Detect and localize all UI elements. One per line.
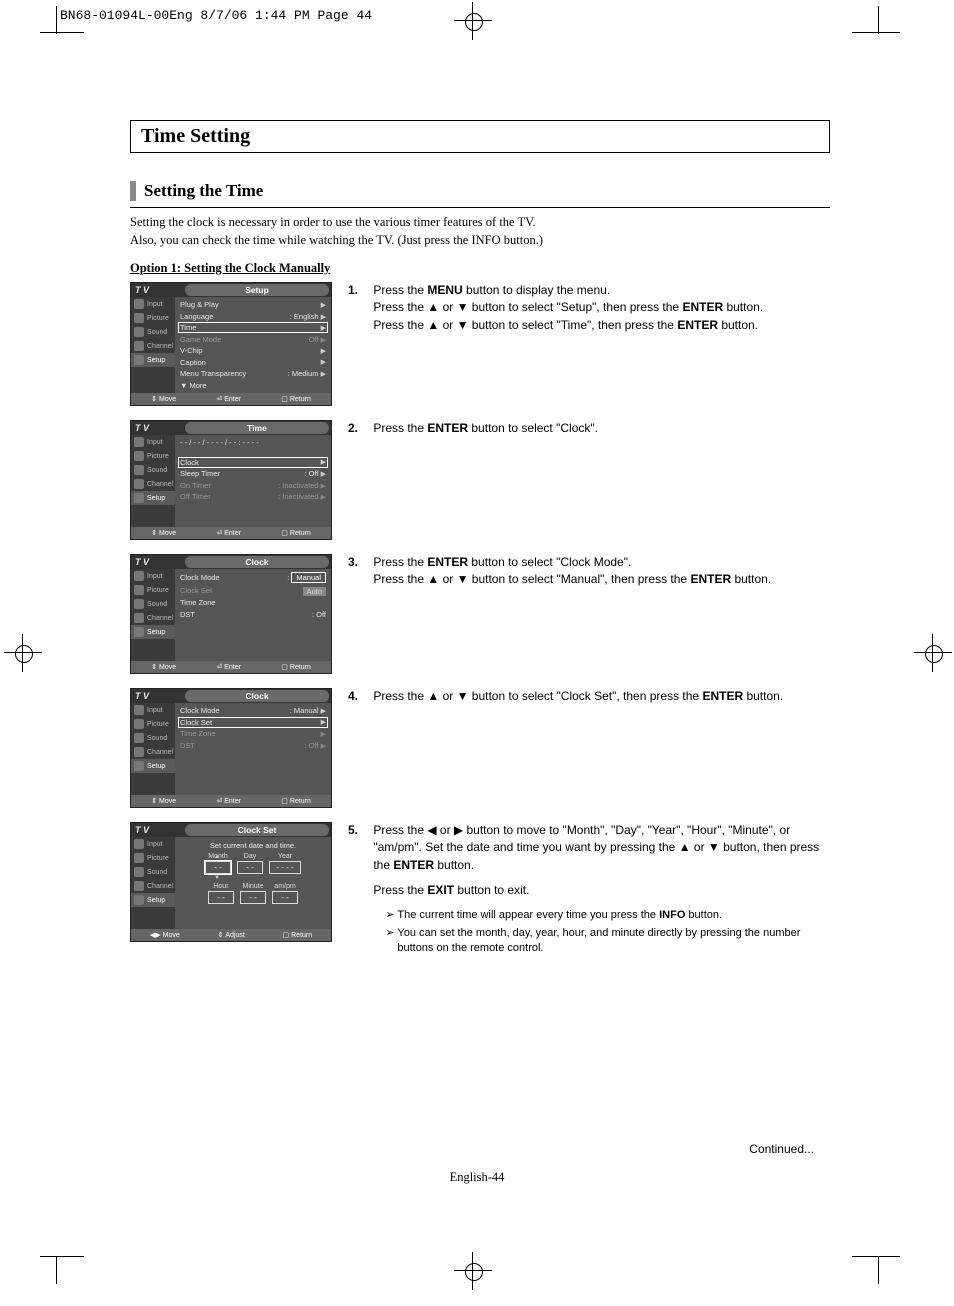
crop-mark xyxy=(878,1256,879,1284)
tv-screenshot-clock-set-fields: T VClock Set Input Picture Sound Channel… xyxy=(130,822,330,942)
continued-label: Continued... xyxy=(749,1142,814,1156)
crop-mark xyxy=(852,1256,900,1257)
crop-mark xyxy=(56,1256,57,1284)
step-body: Press the ◀ or ▶ button to move to "Mont… xyxy=(373,822,829,959)
registration-mark-bottom xyxy=(460,1258,486,1284)
page-number: English-44 xyxy=(0,1170,954,1185)
step-body: Press the MENU button to display the men… xyxy=(373,282,829,342)
option-title: Option 1: Setting the Clock Manually xyxy=(130,261,830,276)
crop-mark xyxy=(40,32,84,33)
step-number: 5. xyxy=(348,822,370,839)
step-number: 3. xyxy=(348,554,370,571)
step-body: Press the ENTER button to select "Clock"… xyxy=(373,420,829,445)
subsection-title: Setting the Time xyxy=(130,181,830,201)
tv-screenshot-clock-set: T VClock Input Picture Sound Channel Set… xyxy=(130,688,330,808)
intro-text: Setting the clock is necessary in order … xyxy=(130,214,830,249)
crop-mark xyxy=(852,32,900,33)
step-number: 1. xyxy=(348,282,370,299)
crop-mark xyxy=(56,6,57,34)
tv-screenshot-clock-mode: T VClock Input Picture Sound Channel Set… xyxy=(130,554,330,674)
tv-screenshot-time: T VTime Input Picture Sound Channel Setu… xyxy=(130,420,330,540)
tv-sidebar: Input Picture Sound Channel Setup xyxy=(131,297,175,393)
registration-mark-left xyxy=(10,640,36,666)
crop-mark xyxy=(40,1256,84,1257)
step-number: 4. xyxy=(348,688,370,705)
tv-screenshot-setup: T VSetup Input Picture Sound Channel Set… xyxy=(130,282,330,406)
section-title: Time Setting xyxy=(130,120,830,153)
registration-mark-top xyxy=(460,8,486,34)
step-body: Press the ENTER button to select "Clock … xyxy=(373,554,829,597)
step-body: Press the ▲ or ▼ button to select "Clock… xyxy=(373,688,829,713)
crop-mark xyxy=(878,6,879,34)
step-number: 2. xyxy=(348,420,370,437)
note: The current time will appear every time … xyxy=(385,908,829,924)
registration-mark-right xyxy=(920,640,946,666)
note: You can set the month, day, year, hour, … xyxy=(385,926,829,958)
print-header: BN68-01094L-00Eng 8/7/06 1:44 PM Page 44 xyxy=(60,8,372,23)
